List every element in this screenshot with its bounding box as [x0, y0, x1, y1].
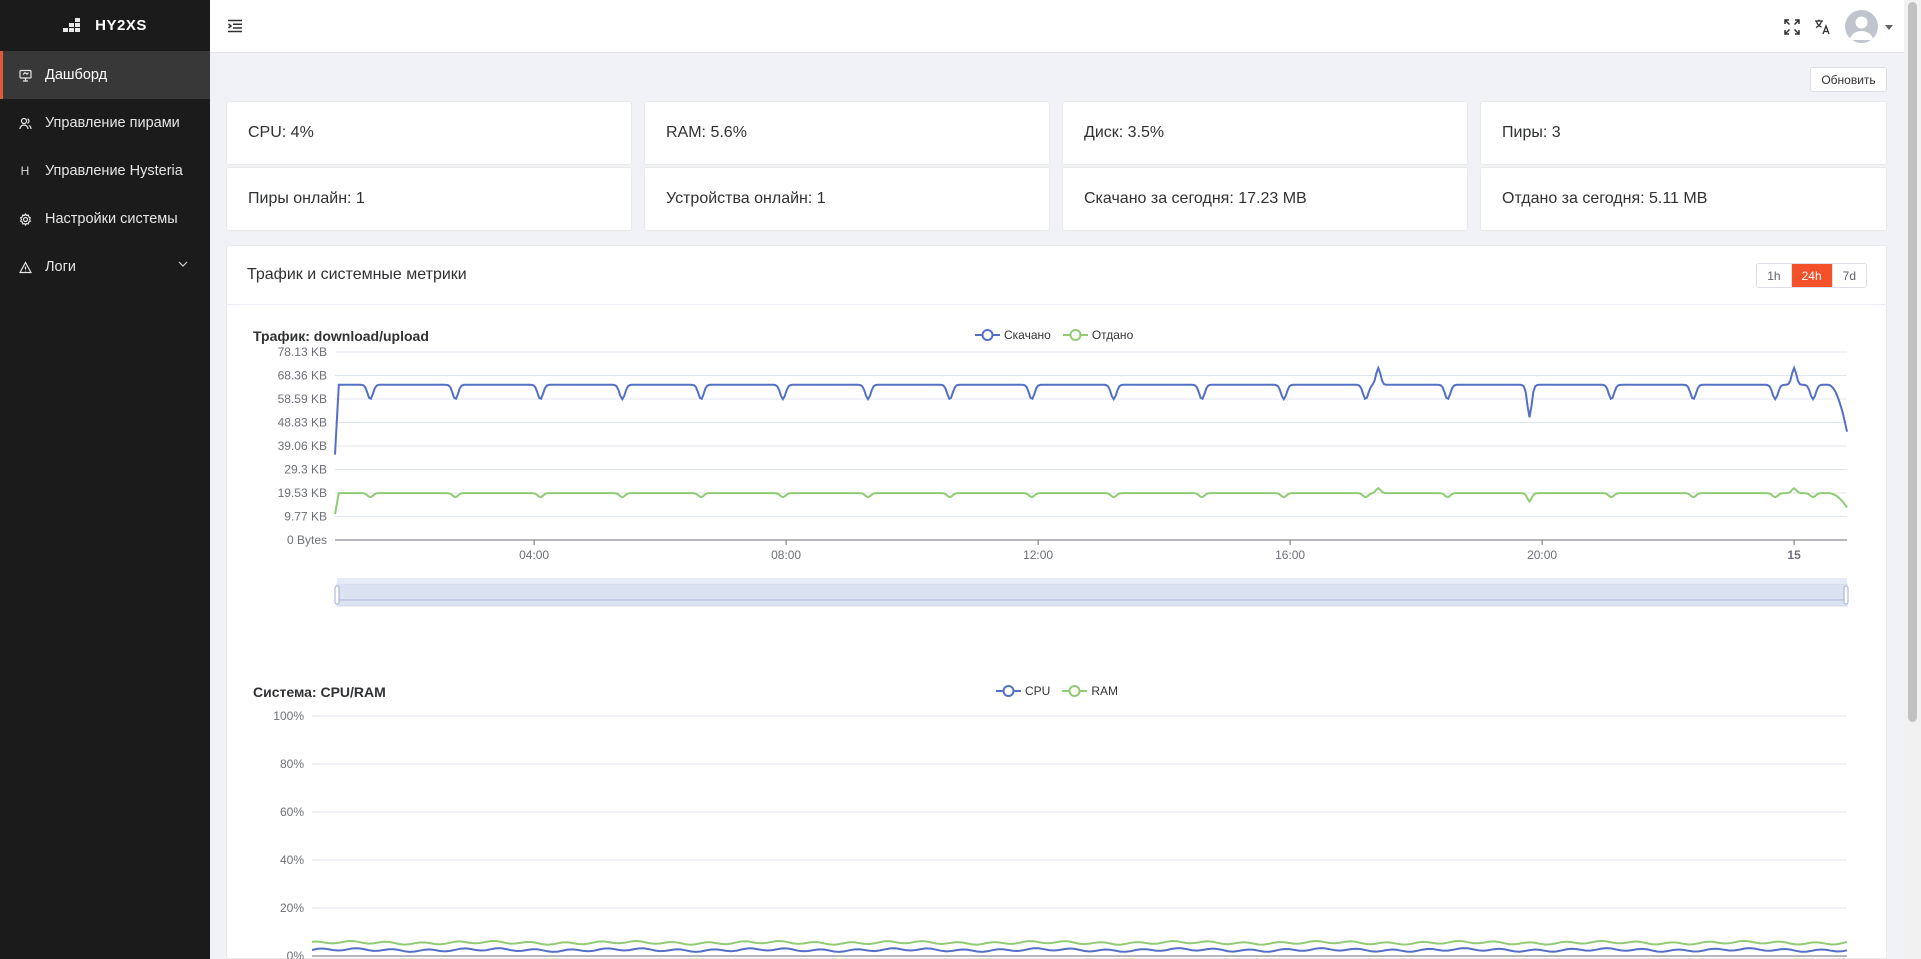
system-chart-title: Система: CPU/RAM: [253, 684, 386, 700]
legend-line-circle-icon: [975, 329, 1000, 341]
series-line-ram: [311, 939, 1848, 946]
letter-h-icon: H: [20, 164, 30, 178]
legend-line-circle-icon: [1062, 685, 1088, 697]
scrollbar-thumb[interactable]: [1908, 2, 1917, 722]
legend-line-circle-icon: [1062, 329, 1088, 341]
refresh-button[interactable]: Обновить: [1810, 67, 1887, 92]
stat-card-disk: Диск: 3.5%: [1062, 101, 1468, 165]
x-tick-label: 15: [1787, 548, 1801, 562]
data-zoom-slider: [334, 578, 1849, 607]
x-tick-label: 04:00: [519, 548, 549, 562]
y-tick-label: 80%: [280, 757, 304, 771]
system-chart[interactable]: 0% 20% 40% 60% 80% 100%: [227, 706, 1886, 959]
zoom-slider-track: [336, 583, 1848, 607]
y-tick-label: 58.59 KB: [278, 392, 327, 406]
series-line-upload: [334, 487, 1848, 515]
sidebar-item-dashboard[interactable]: Дашборд: [0, 51, 210, 99]
series-line-cpu: [311, 947, 1848, 953]
avatar-dropdown-icon[interactable]: [1884, 23, 1894, 31]
y-tick-label: 9.77 KB: [284, 510, 327, 524]
legend-label: Скачано: [1004, 328, 1051, 342]
sidebar-item-settings[interactable]: Настройки системы: [0, 195, 210, 243]
stat-card-uploaded-today: Отдано за сегодня: 5.11 MB: [1480, 167, 1887, 231]
stat-card-ram: RAM: 5.6%: [644, 101, 1050, 165]
legend-item-ram[interactable]: RAM: [1062, 684, 1118, 698]
y-tick-label: 68.36 KB: [278, 369, 327, 383]
dashboard-icon: [18, 68, 32, 82]
user-icon: [1849, 16, 1874, 40]
legend-line-circle-icon: [996, 685, 1021, 697]
translate-icon[interactable]: [1813, 17, 1831, 35]
legend-label: RAM: [1091, 684, 1119, 698]
y-tick-label: 40%: [280, 853, 304, 867]
legend-label: Отдано: [1091, 328, 1134, 342]
sidebar-item-label: Дашборд: [45, 67, 108, 83]
gear-icon: [18, 212, 32, 226]
grid-logo-icon: [63, 18, 81, 32]
y-tick-label: 29.3 KB: [284, 463, 327, 477]
page-scrollbar[interactable]: [1904, 0, 1921, 959]
traffic-chart-legend: Скачано Отдано: [975, 328, 1133, 342]
y-tick-label: 19.53 KB: [278, 486, 327, 500]
metrics-panel-header: Трафик и системные метрики 1h 24h 7d: [227, 246, 1886, 305]
sidebar-item-label: Управление пирами: [45, 115, 180, 131]
x-tick-label: 16:00: [1275, 548, 1305, 562]
legend-item-upload[interactable]: Отдано: [1062, 328, 1134, 342]
sidebar-item-hysteria[interactable]: H Управление Hysteria: [0, 147, 210, 195]
stat-card-peers: Пиры: 3: [1480, 101, 1887, 165]
y-tick-label: 20%: [280, 901, 304, 915]
user-avatar[interactable]: [1845, 10, 1878, 43]
app-name: HY2XS: [95, 17, 147, 34]
zoom-slider-move-handle: [337, 578, 1847, 584]
y-tick-label: 48.83 KB: [278, 416, 327, 430]
legend-item-cpu[interactable]: CPU: [996, 684, 1050, 698]
y-tick-label: 100%: [273, 709, 304, 723]
legend-item-download[interactable]: Скачано: [975, 328, 1051, 342]
stat-card-cpu: CPU: 4%: [226, 101, 632, 165]
y-tick-label: 0%: [287, 949, 305, 959]
series-line-download: [334, 365, 1848, 455]
metrics-panel-title: Трафик и системные метрики: [247, 266, 467, 283]
metrics-panel: Трафик и системные метрики 1h 24h 7d Тра…: [226, 245, 1887, 959]
zoom-handle-left: [334, 585, 340, 605]
time-range-selector: 1h 24h 7d: [1756, 263, 1867, 288]
range-button-7d[interactable]: 7d: [1832, 264, 1866, 287]
stat-card-downloaded-today: Скачано за сегодня: 17.23 MB: [1062, 167, 1468, 231]
legend-label: CPU: [1025, 684, 1051, 698]
sidebar-item-peers[interactable]: Управление пирами: [0, 99, 210, 147]
sidebar-item-logs[interactable]: Логи: [0, 243, 210, 291]
stat-card-peers-online: Пиры онлайн: 1: [226, 167, 632, 231]
sidebar: HY2XS Дашборд Управление пирами H Управл…: [0, 0, 210, 959]
system-chart-legend: CPU RAM: [996, 684, 1118, 698]
sidebar-item-label: Логи: [45, 259, 76, 275]
range-button-24h[interactable]: 24h: [1791, 264, 1833, 287]
collapse-menu-icon[interactable]: [226, 18, 244, 34]
fullscreen-icon[interactable]: [1783, 18, 1801, 36]
users-icon: [18, 116, 32, 130]
traffic-chart-title: Трафик: download/upload: [253, 328, 429, 344]
sidebar-item-label: Настройки системы: [45, 211, 178, 227]
app-root: HY2XS Дашборд Управление пирами H Управл…: [0, 0, 1921, 959]
x-tick-label: 08:00: [771, 548, 801, 562]
y-tick-label: 0 Bytes: [287, 533, 327, 547]
warning-icon: [18, 260, 32, 274]
top-header: [210, 0, 1921, 53]
y-tick-label: 39.06 KB: [278, 439, 327, 453]
chevron-down-icon: [178, 261, 188, 267]
sidebar-menu: Дашборд Управление пирами H Управление H…: [0, 51, 210, 291]
zoom-handle-right: [1843, 585, 1849, 605]
traffic-chart[interactable]: 0 Bytes 9.77 KB 19.53 KB 29.3 KB 39.06 KB 48.…: [227, 346, 1886, 608]
x-tick-label: 12:00: [1023, 548, 1053, 562]
y-tick-label: 78.13 KB: [278, 346, 327, 359]
y-tick-label: 60%: [280, 805, 304, 819]
sidebar-item-label: Управление Hysteria: [45, 163, 183, 179]
stat-card-devices-online: Устройства онлайн: 1: [644, 167, 1050, 231]
x-tick-label: 20:00: [1527, 548, 1557, 562]
range-button-1h[interactable]: 1h: [1757, 264, 1792, 287]
app-logo[interactable]: HY2XS: [0, 0, 210, 51]
